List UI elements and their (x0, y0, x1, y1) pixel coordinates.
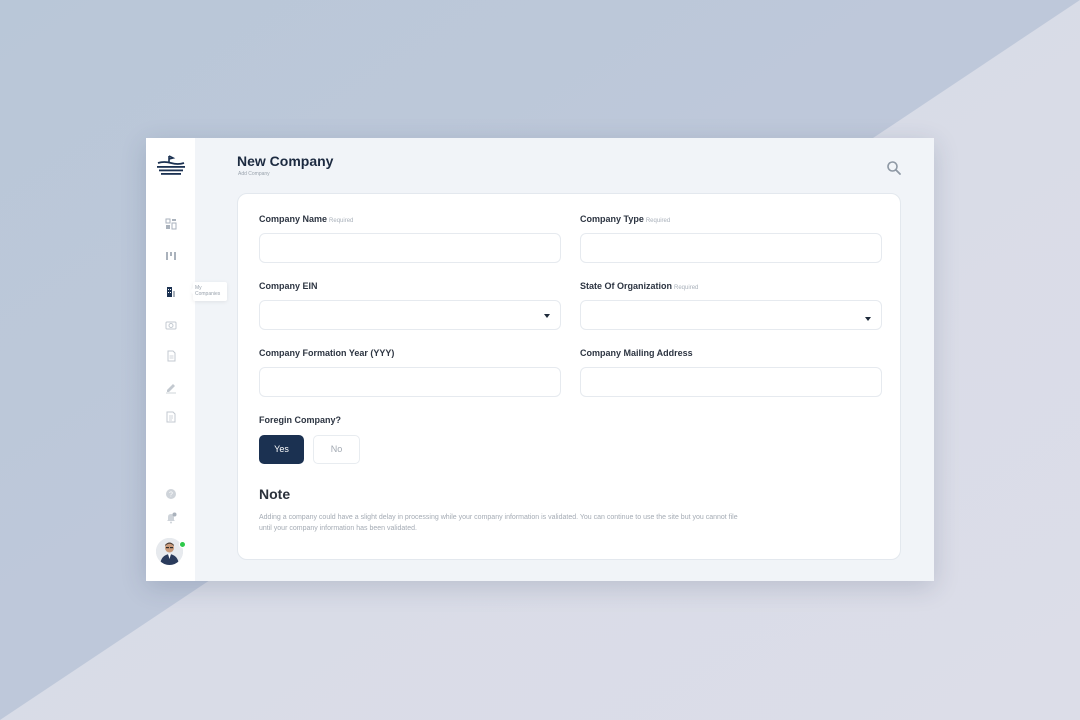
mailing-address-input[interactable] (580, 367, 882, 397)
company-form-card: Company Name Required Company Type Require… (237, 193, 901, 560)
sidebar-tooltip: My Companies (190, 282, 227, 301)
state-of-organization-label: State Of Organization Required (580, 281, 699, 291)
mailing-address-label: Company Mailing Address (580, 348, 693, 358)
company-type-label: Company Type Required (580, 214, 671, 224)
page-title: New Company (237, 153, 334, 169)
note-text: Adding a company could have a slight del… (259, 512, 819, 534)
foreign-company-label: Foregin Company? (259, 415, 342, 425)
help-icon[interactable]: ? (165, 488, 177, 500)
svg-text:?: ? (169, 492, 173, 499)
tooltip-line-2: Companies (195, 291, 221, 297)
foreign-company-no-button[interactable]: No (313, 435, 360, 464)
pen-icon[interactable] (165, 382, 177, 394)
state-of-organization-select[interactable] (580, 300, 882, 330)
note-title: Note (259, 486, 291, 502)
report-icon[interactable] (165, 411, 177, 423)
sidebar: ? (146, 138, 195, 581)
formation-year-label: Company Formation Year (YYY) (259, 348, 395, 358)
online-status-dot (179, 541, 186, 548)
chevron-down-icon (544, 314, 550, 318)
required-hint: Required (329, 218, 354, 224)
company-ein-label: Company EIN (259, 281, 318, 291)
foreign-company-yes-button[interactable]: Yes (259, 435, 304, 464)
required-hint: Required (674, 285, 699, 291)
company-type-input[interactable] (580, 233, 882, 263)
building-icon[interactable] (165, 286, 177, 298)
columns-icon[interactable] (165, 250, 177, 262)
company-name-label: Company Name Required (259, 214, 354, 224)
dashboard-icon[interactable] (165, 218, 177, 230)
required-hint: Required (645, 218, 671, 224)
app-window: ? My Companies New Company Add Company C… (146, 138, 934, 581)
chevron-down-icon (865, 317, 871, 321)
company-name-input[interactable] (259, 233, 561, 263)
note-line-2: until your company information has been … (259, 525, 417, 532)
company-ein-select[interactable] (259, 300, 561, 330)
file-icon[interactable] (165, 350, 177, 362)
ship-logo-icon (157, 155, 185, 175)
note-line-1: Adding a company could have a slight del… (259, 514, 738, 521)
notification-bell-icon[interactable] (165, 512, 177, 524)
camera-icon[interactable] (165, 319, 177, 331)
formation-year-input[interactable] (259, 367, 561, 397)
page-subtitle: Add Company (238, 171, 270, 177)
search-icon[interactable] (886, 160, 902, 176)
